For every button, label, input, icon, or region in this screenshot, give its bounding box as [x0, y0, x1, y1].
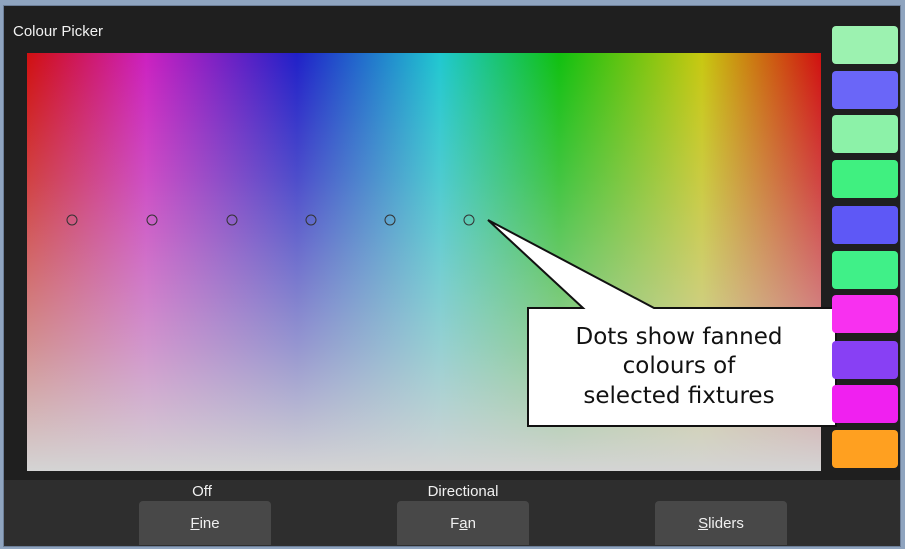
fine-button[interactable]: Fine [139, 501, 271, 545]
fixture-dot-3[interactable] [226, 214, 238, 226]
window-title: Colour Picker [13, 23, 104, 40]
palette-swatch-7[interactable] [832, 295, 898, 333]
callout-line-3: selected fixtures [583, 382, 775, 409]
colour-picker-window: Colour Picker Dots show fanned colours o… [3, 5, 901, 547]
palette-swatch-8[interactable] [832, 341, 898, 379]
fine-status: Off [192, 483, 212, 500]
fan-button[interactable]: Fan [397, 501, 529, 545]
fixture-dot-6[interactable] [463, 214, 475, 226]
fixture-dot-2[interactable] [146, 214, 158, 226]
palette-swatch-1[interactable] [832, 26, 898, 64]
fan-status: Directional [427, 483, 499, 500]
callout-line-1: Dots show fanned [575, 323, 783, 350]
palette-swatch-2[interactable] [832, 71, 898, 109]
palette-swatch-9[interactable] [832, 385, 898, 423]
sliders-button-hotkey: S [698, 514, 709, 532]
sliders-button[interactable]: Sliders [655, 501, 787, 545]
fan-button-label-pre: F [450, 514, 460, 532]
fine-button-label-post: ine [199, 514, 220, 532]
fan-button-hotkey: a [459, 514, 468, 532]
fixture-dot-4[interactable] [305, 214, 317, 226]
palette-swatch-4[interactable] [832, 160, 898, 198]
fine-button-hotkey: F [190, 514, 200, 532]
fixture-dot-5[interactable] [384, 214, 396, 226]
palette-swatch-3[interactable] [832, 115, 898, 153]
sliders-button-label-post: liders [708, 514, 744, 532]
fan-button-label-post: n [467, 514, 476, 532]
fixture-dot-1[interactable] [66, 214, 78, 226]
callout-line-2: colours of [622, 353, 736, 380]
palette-swatch-10[interactable] [832, 430, 898, 468]
bottom-toolbar: Off Directional Fine Fan Sliders [4, 480, 900, 546]
palette-swatch-5[interactable] [832, 206, 898, 244]
palette-swatch-6[interactable] [832, 251, 898, 289]
callout-text: Dots show fanned colours of selected fix… [530, 308, 828, 426]
